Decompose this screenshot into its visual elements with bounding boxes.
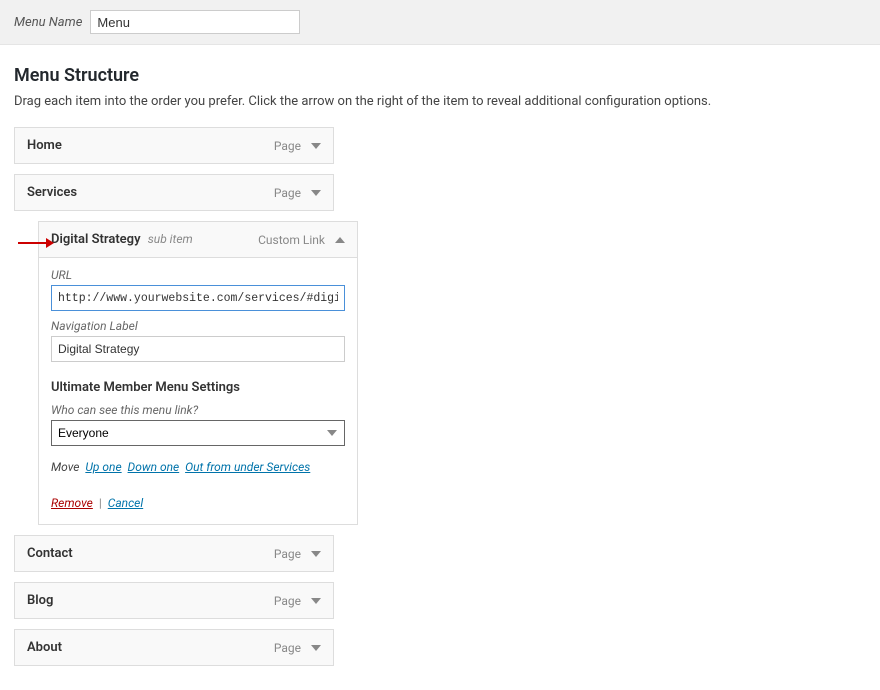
move-out-link[interactable]: Out from under Services [185, 460, 310, 474]
chevron-up-icon[interactable] [335, 237, 345, 243]
menu-item-expanded: Digital Strategy sub item Custom Link UR… [38, 221, 866, 525]
menu-item[interactable]: Contact Page [14, 535, 866, 572]
remove-link[interactable]: Remove [51, 496, 93, 510]
menu-item-type: Custom Link [258, 233, 325, 247]
menu-item-title: About [27, 640, 62, 655]
nav-label-label: Navigation Label [51, 319, 345, 333]
um-settings-heading: Ultimate Member Menu Settings [51, 380, 345, 395]
nav-label-input[interactable] [51, 336, 345, 362]
menu-item[interactable]: Digital Strategy sub item Custom Link [38, 221, 358, 258]
menu-item-title: Contact [27, 546, 73, 561]
who-can-see-label: Who can see this menu link? [51, 403, 345, 417]
menu-item-type: Page [274, 186, 301, 200]
menu-item-type: Page [274, 594, 301, 608]
chevron-down-icon[interactable] [311, 551, 321, 557]
chevron-down-icon[interactable] [311, 143, 321, 149]
url-label: URL [51, 268, 345, 282]
chevron-down-icon[interactable] [311, 190, 321, 196]
menu-item-title: Digital Strategy sub item [51, 232, 193, 247]
move-down-link[interactable]: Down one [128, 460, 180, 474]
menu-name-input[interactable] [90, 10, 300, 34]
move-label: Move [51, 460, 79, 474]
arrow-indicator-icon [18, 237, 54, 249]
instructions-text: Drag each item into the order you prefer… [14, 94, 866, 109]
menu-item-type: Page [274, 641, 301, 655]
url-input[interactable] [51, 285, 345, 311]
menu-name-label: Menu Name [14, 15, 82, 30]
menu-item[interactable]: Home Page [14, 127, 866, 164]
move-up-link[interactable]: Up one [85, 460, 121, 474]
menu-item-title: Services [27, 185, 77, 200]
menu-name-bar: Menu Name [0, 0, 880, 45]
move-row: Move Up one Down one Out from under Serv… [51, 460, 345, 474]
menu-structure-panel: Menu Structure Drag each item into the o… [0, 45, 880, 690]
sub-item-label: sub item [148, 232, 193, 246]
chevron-down-icon[interactable] [311, 598, 321, 604]
who-can-see-select[interactable]: Everyone [51, 420, 345, 446]
menu-item[interactable]: Blog Page [14, 582, 866, 619]
action-row: Remove | Cancel [51, 496, 345, 510]
menu-structure-heading: Menu Structure [14, 65, 866, 86]
menu-item-type: Page [274, 547, 301, 561]
menu-item-title: Home [27, 138, 62, 153]
menu-item-type: Page [274, 139, 301, 153]
menu-item[interactable]: Services Page [14, 174, 866, 211]
chevron-down-icon[interactable] [311, 645, 321, 651]
cancel-link[interactable]: Cancel [108, 496, 143, 510]
menu-item[interactable]: About Page [14, 629, 866, 666]
menu-item-settings: URL Navigation Label Ultimate Member Men… [38, 258, 358, 525]
divider: | [99, 496, 102, 510]
